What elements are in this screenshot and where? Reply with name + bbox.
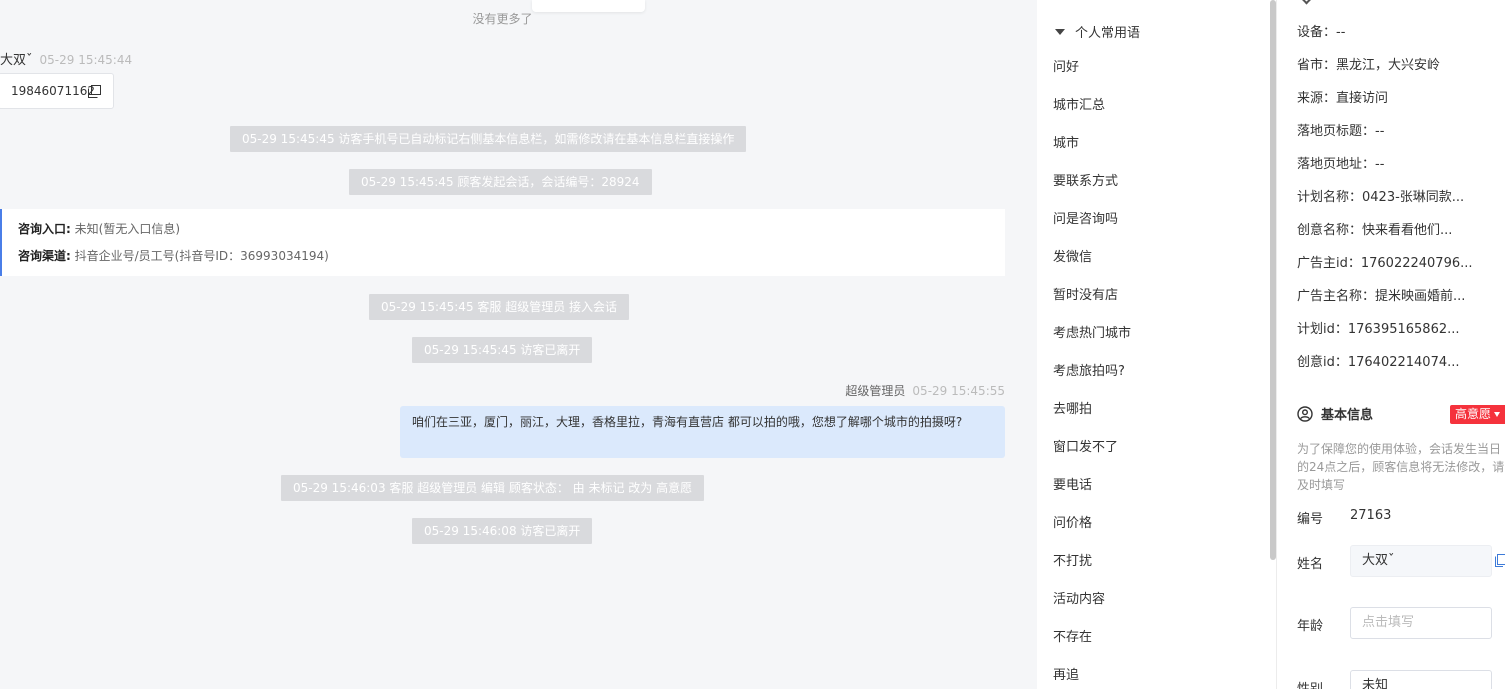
phrase-item[interactable]: 不打扰: [1053, 543, 1131, 581]
visitor-phone-bubble: 19846071162: [0, 73, 114, 109]
visitor-message-time: 05-29 15:45:44: [39, 53, 133, 67]
phrase-group-header[interactable]: 个人常用语: [1055, 22, 1140, 41]
consult-channel-label: 咨询渠道:: [18, 249, 71, 263]
phrase-item[interactable]: 问是咨询吗: [1053, 201, 1131, 239]
customer-name-field[interactable]: 大双ˇ: [1350, 545, 1492, 577]
consult-entry-label: 咨询入口:: [18, 222, 71, 236]
phrase-item[interactable]: 问好: [1053, 49, 1131, 87]
phrase-item[interactable]: 城市汇总: [1053, 87, 1131, 125]
phrase-list: 问好 城市汇总 城市 要联系方式 问是咨询吗 发微信 暂时没有店 考虑热门城市 …: [1053, 49, 1131, 689]
customer-info-panel: 设备：-- 省市：黑龙江，大兴安岭 来源：直接访问 落地页标题：-- 落地页地址…: [1277, 0, 1505, 689]
phrase-item[interactable]: 不存在: [1053, 619, 1131, 657]
meta-landing-title: 落地页标题：--: [1297, 124, 1385, 139]
customer-age-label: 年龄: [1297, 619, 1324, 634]
meta-creative-name: 创意名称：快来看看他们...: [1297, 223, 1453, 238]
meta-plan-name: 计划名称：0423-张琳同款...: [1297, 190, 1465, 205]
customer-gender-label: 性别: [1297, 678, 1323, 689]
chat-panel: 没有更多了 大双ˇ 05-29 15:45:44 19846071162 05-2…: [0, 0, 1037, 689]
phrase-item[interactable]: 去哪拍: [1053, 391, 1131, 429]
consult-channel-value: 抖音企业号/员工号(抖音号ID：36993034194): [74, 249, 329, 263]
meta-advertiser-id: 广告主id：176022240796...: [1297, 256, 1473, 271]
basic-info-title: 基本信息: [1297, 404, 1373, 423]
phrase-group-title: 个人常用语: [1075, 26, 1141, 41]
system-notice-phone-marked: 05-29 15:45:45 访客手机号已自动标记右侧基本信息栏，如需修改请在基…: [230, 126, 747, 152]
copy-icon[interactable]: [1495, 554, 1505, 567]
phrase-item[interactable]: 考虑旅拍吗?: [1053, 353, 1131, 391]
phrase-item[interactable]: 发微信: [1053, 239, 1131, 277]
caret-down-icon: [1055, 29, 1065, 35]
intent-status-badge[interactable]: 高意愿: [1450, 405, 1505, 424]
copy-icon[interactable]: [88, 85, 101, 98]
system-notice-visitor-left-2: 05-29 15:46:08 访客已离开: [412, 518, 593, 544]
edit-notice-text: 为了保障您的使用体验，会话发生当日的24点之后，顾客信息将无法修改，请及时填写: [1297, 442, 1505, 492]
no-more-text: 没有更多了: [472, 12, 533, 26]
basic-info-title-text: 基本信息: [1321, 408, 1374, 423]
consult-entry-value: 未知(暂无入口信息): [74, 222, 181, 236]
meta-advertiser-name: 广告主名称：提米映画婚前...: [1297, 289, 1466, 304]
agent-name: 超级管理员: [845, 384, 906, 398]
meta-device: 设备：--: [1297, 25, 1346, 40]
common-phrases-panel: 个人常用语 问好 城市汇总 城市 要联系方式 问是咨询吗 发微信 暂时没有店 考…: [1037, 0, 1277, 689]
system-notice-visitor-left: 05-29 15:45:45 访客已离开: [412, 337, 593, 363]
meta-creative-id: 创意id：176402214074...: [1297, 355, 1460, 370]
customer-id-value: 27163: [1350, 508, 1392, 523]
meta-plan-id: 计划id：176395165862...: [1297, 322, 1460, 337]
meta-landing-url: 落地页地址：--: [1297, 157, 1385, 172]
phrase-item[interactable]: 再追: [1053, 657, 1131, 689]
phrase-item[interactable]: 问价格: [1053, 505, 1131, 543]
visitor-name: 大双ˇ: [0, 53, 33, 68]
meta-source: 来源：直接访问: [1297, 91, 1389, 106]
agent-message-bubble: 咱们在三亚，厦门，丽江，大理，香格里拉，青海有直营店 都可以拍的哦，您想了解哪个…: [400, 406, 1005, 458]
phrase-item[interactable]: 要电话: [1053, 467, 1131, 505]
visit-meta-list: 设备：-- 省市：黑龙江，大兴安岭 来源：直接访问 落地页标题：-- 落地页地址…: [1297, 16, 1473, 379]
customer-age-field[interactable]: 点击填写: [1350, 607, 1492, 639]
system-notice-status-changed: 05-29 15:46:03 客服 超级管理员 编辑 顾客状态： 由 未标记 改…: [281, 475, 705, 501]
chevron-down-icon[interactable]: [1301, 0, 1312, 5]
meta-province-city: 省市：黑龙江，大兴安岭: [1297, 58, 1441, 73]
agent-message-time: 05-29 15:45:55: [912, 384, 1005, 398]
phrase-item[interactable]: 窗口发不了: [1053, 429, 1131, 467]
phrase-item[interactable]: 要联系方式: [1053, 163, 1131, 201]
system-notice-session-start: 05-29 15:45:45 顾客发起会话，会话编号：28924: [349, 169, 652, 195]
customer-id-label: 编号: [1297, 512, 1324, 527]
dropdown-arrow-icon: [1494, 412, 1501, 417]
user-circle-icon: [1297, 406, 1313, 422]
agent-message-meta: 超级管理员 05-29 15:45:55: [845, 382, 1005, 399]
consult-info-card: 咨询入口: 未知(暂无入口信息) 咨询渠道: 抖音企业号/员工号(抖音号ID：3…: [0, 209, 1005, 276]
system-notice-agent-joined: 05-29 15:45:45 客服 超级管理员 接入会话: [369, 294, 630, 320]
consult-channel-row: 咨询渠道: 抖音企业号/员工号(抖音号ID：36993034194): [18, 246, 1005, 273]
visitor-message-meta: 大双ˇ 05-29 15:45:44: [0, 49, 132, 68]
consult-entry-row: 咨询入口: 未知(暂无入口信息): [18, 219, 1005, 246]
phrase-item[interactable]: 暂时没有店: [1053, 277, 1131, 315]
phrase-item[interactable]: 活动内容: [1053, 581, 1131, 619]
visitor-phone-number: 19846071162: [11, 84, 95, 98]
intent-status-label: 高意愿: [1455, 407, 1492, 421]
phrase-item[interactable]: 城市: [1053, 125, 1131, 163]
customer-name-label: 姓名: [1297, 557, 1324, 572]
phrase-item[interactable]: 考虑热门城市: [1053, 315, 1131, 353]
customer-gender-field[interactable]: 未知: [1350, 670, 1492, 689]
